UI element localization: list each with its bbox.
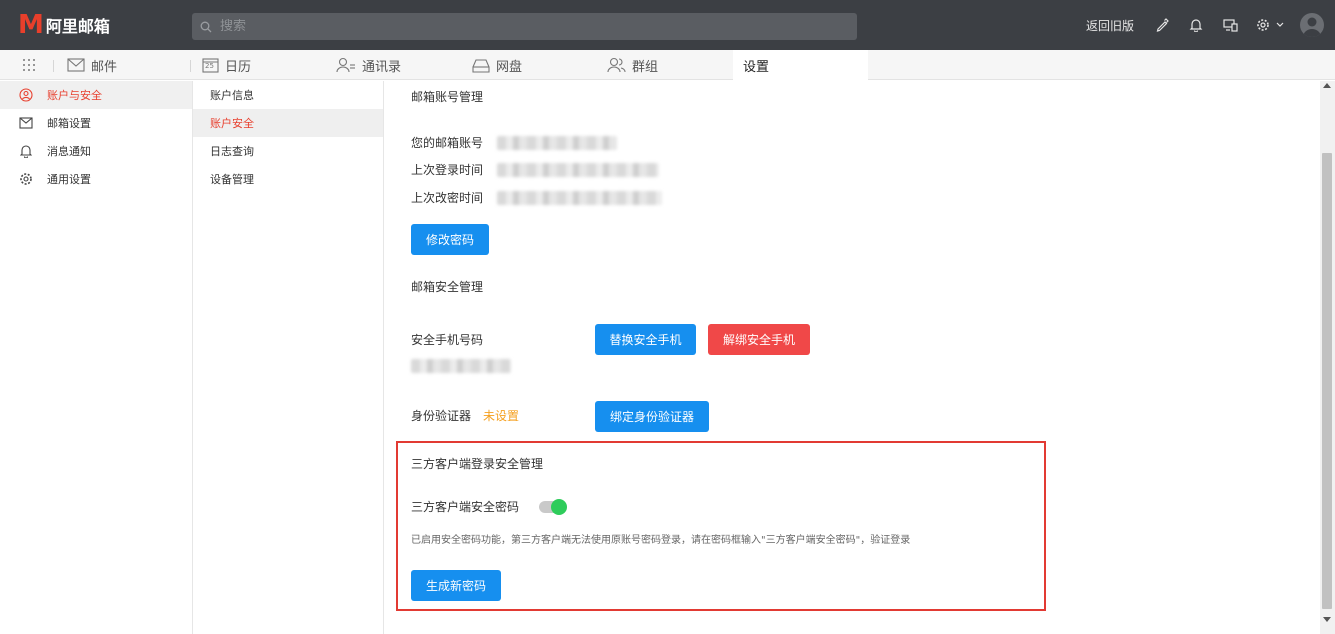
contacts-icon [336, 57, 356, 73]
change-password-button[interactable]: 修改密码 [411, 224, 489, 255]
sidebar-item-notifications[interactable]: 消息通知 [0, 137, 192, 165]
email-row: 您的邮箱账号 [411, 134, 618, 151]
account-icon [19, 88, 33, 102]
replace-phone-button[interactable]: 替换安全手机 [595, 324, 696, 355]
toggle-knob [551, 498, 568, 515]
tab-mail[interactable]: 邮件 [67, 50, 117, 80]
scrollbar[interactable] [1320, 81, 1335, 634]
pen-icon[interactable] [1154, 17, 1170, 33]
tab-cloud-drive-label: 网盘 [496, 59, 523, 75]
sidebar-item-label: 消息通知 [47, 145, 91, 158]
old-version-link[interactable]: 返回旧版 [1086, 17, 1134, 34]
gear-icon [1257, 19, 1269, 31]
group-icon [606, 57, 626, 73]
scroll-thumb[interactable] [1322, 153, 1332, 609]
search-box[interactable] [192, 13, 857, 40]
authenticator-label: 身份验证器 [411, 409, 472, 423]
last-login-label: 上次登录时间 [411, 163, 484, 177]
tab-groups-label: 群组 [632, 59, 659, 75]
sub-menu: 账户信息 账户安全 日志查询 设备管理 [193, 81, 384, 634]
security-section-title: 邮箱安全管理 [411, 280, 484, 294]
email-value-redacted [497, 135, 618, 150]
settings-menu[interactable] [1256, 18, 1284, 32]
mail-settings-icon [19, 116, 33, 130]
bind-authenticator-button[interactable]: 绑定身份验证器 [595, 401, 709, 432]
submenu-item-log-query[interactable]: 日志查询 [193, 137, 383, 165]
sidebar-item-label: 账户与安全 [47, 89, 102, 102]
unbind-phone-button[interactable]: 解绑安全手机 [708, 324, 810, 355]
avatar[interactable] [1300, 13, 1324, 37]
scroll-up-arrow-icon[interactable] [1323, 83, 1331, 88]
email-label: 您的邮箱账号 [411, 136, 484, 150]
tab-settings-label: 设置 [743, 59, 770, 75]
tab-groups[interactable]: 群组 [606, 50, 658, 80]
account-section-title: 邮箱账号管理 [411, 90, 484, 104]
tab-cloud-drive[interactable]: 网盘 [472, 50, 522, 80]
app-logo[interactable]: M 阿里邮箱 [18, 12, 110, 38]
calendar-icon: 25 [202, 57, 219, 73]
last-login-value-redacted [497, 162, 660, 177]
third-party-password-row: 三方客户端安全密码 [411, 498, 568, 515]
last-login-row: 上次登录时间 [411, 161, 660, 178]
gear-icon [19, 172, 33, 186]
tab-settings[interactable]: 设置 [733, 50, 868, 80]
last-pwd-change-row: 上次改密时间 [411, 189, 663, 206]
last-pwd-change-value-redacted [497, 190, 663, 205]
top-bar: M 阿里邮箱 返回旧版 [0, 0, 1335, 50]
submenu-item-account-security[interactable]: 账户安全 [193, 109, 383, 137]
apps-grid-icon[interactable] [22, 50, 36, 80]
nav-tabs: 邮件 25 日历 通讯录 网盘 群组 设置 [0, 50, 1335, 80]
nav-divider [53, 60, 54, 72]
cloud-drive-icon [472, 58, 490, 73]
search-input[interactable] [220, 19, 820, 34]
settings-content: 邮箱账号管理 您的邮箱账号 上次登录时间 上次改密时间 修改密码 邮箱安全管理 … [384, 81, 1320, 634]
tab-calendar-label: 日历 [225, 59, 252, 75]
tab-mail-label: 邮件 [91, 59, 118, 75]
submenu-item-device-management[interactable]: 设备管理 [193, 165, 383, 193]
sidebar-item-account-security[interactable]: 账户与安全 [0, 81, 192, 109]
sidebar-item-mail-settings[interactable]: 邮箱设置 [0, 109, 192, 137]
sidebar-item-label: 邮箱设置 [47, 117, 91, 130]
phone-value-redacted [411, 359, 511, 373]
third-party-password-label: 三方客户端安全密码 [411, 500, 520, 514]
third-party-section-title: 三方客户端登录安全管理 [411, 457, 544, 471]
third-party-note: 已启用安全密码功能，第三方客户端无法使用原账号密码登录，请在密码框输入"三方客户… [411, 535, 911, 546]
left-menu: 账户与安全 邮箱设置 消息通知 通用设置 [0, 81, 193, 634]
mail-icon [67, 58, 85, 72]
sidebar-item-label: 通用设置 [47, 173, 91, 186]
phone-label: 安全手机号码 [411, 333, 484, 347]
devices-icon[interactable] [1222, 17, 1238, 33]
generate-password-button[interactable]: 生成新密码 [411, 570, 501, 601]
chevron-down-icon [1276, 22, 1284, 27]
sidebar-item-general-settings[interactable]: 通用设置 [0, 165, 192, 193]
logo-text: 阿里邮箱 [45, 17, 110, 36]
authenticator-status: 未设置 [483, 409, 520, 423]
authenticator-row: 身份验证器 未设置 [411, 407, 519, 424]
tab-contacts[interactable]: 通讯录 [336, 50, 401, 80]
last-pwd-change-label: 上次改密时间 [411, 191, 484, 205]
nav-divider [190, 60, 191, 72]
scroll-down-arrow-icon[interactable] [1323, 617, 1331, 622]
tab-contacts-label: 通讯录 [362, 59, 402, 75]
calendar-day: 25 [205, 62, 214, 70]
bell-icon[interactable] [1188, 17, 1204, 33]
search-icon [200, 21, 212, 32]
submenu-item-account-info[interactable]: 账户信息 [193, 81, 383, 109]
tab-calendar[interactable]: 25 日历 [202, 50, 251, 80]
bell-icon [19, 144, 33, 158]
third-party-password-toggle[interactable] [539, 498, 568, 515]
logo-m-icon: M [18, 10, 44, 40]
